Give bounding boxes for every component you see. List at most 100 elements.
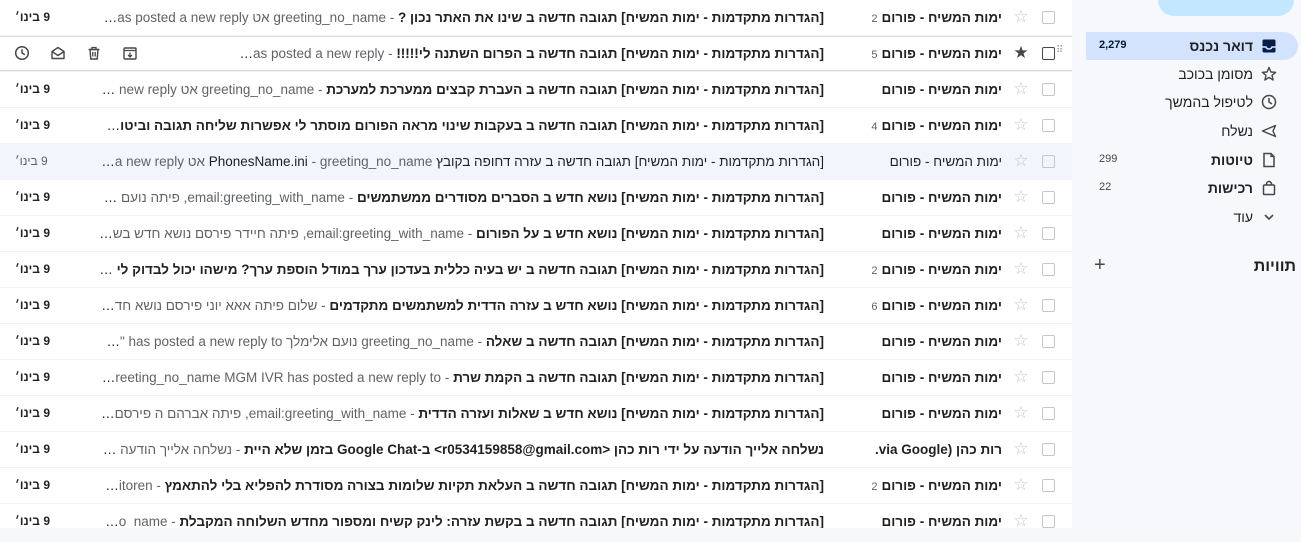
star-icon[interactable]: ☆ [1012, 296, 1030, 314]
table-row[interactable]: ☆ ימות המשיח - פורום [הגדרות מתקדמות - ימו… [0, 180, 1072, 216]
table-row[interactable]: ☆ ימות המשיח - פורום4 [הגדרות מתקדמות - ימ… [0, 108, 1072, 144]
row-checkbox[interactable] [1042, 443, 1055, 456]
drag-handle-icon[interactable]: ⠿ [1056, 46, 1066, 60]
message-snippet: נשלחה אלייך הודעה על ידי ... [99, 442, 233, 457]
message-content[interactable]: [הגדרות מתקדמות - ימות המשיח] נושא חדש ב… [99, 406, 824, 421]
message-content[interactable]: [הגדרות מתקדמות - ימות המשיח] נושא חדש ב… [99, 226, 824, 241]
message-snippet: greeting_no_name נועם אלימלך has posted … [99, 334, 474, 349]
table-row[interactable]: ☆ ימות המשיח - פורום2 [הגדרות מתקדמות - ימ… [0, 468, 1072, 504]
row-checkbox[interactable] [1042, 119, 1055, 132]
row-checkbox[interactable] [1042, 155, 1055, 168]
sender-name: ימות המשיח - פורום4 [822, 118, 1002, 133]
message-content[interactable]: [הגדרות מתקדמות - ימות המשיח] תגובה חדשה… [239, 46, 824, 61]
message-content[interactable]: [הגדרות מתקדמות - ימות המשיח] תגובה חדשה… [99, 82, 824, 97]
subject-snippet-separator: - [384, 46, 397, 61]
message-date: 9 בינו׳ [15, 226, 50, 240]
sender-label: ימות המשיח - פורום [881, 118, 1003, 133]
nav-item-label: מסומן בכוכב [1178, 66, 1253, 82]
star-icon[interactable]: ☆ [1012, 116, 1030, 134]
row-checkbox[interactable] [1042, 407, 1055, 420]
thread-count: 2 [871, 265, 878, 277]
nav-item[interactable]: לטיפול בהמשך [1086, 88, 1298, 116]
table-row[interactable]: ☆ רות כהן (via Google. נשלחה אלייך הודעה ע… [0, 432, 1072, 468]
sender-label: ימות המשיח - פורום [881, 10, 1003, 25]
row-checkbox[interactable] [1042, 515, 1055, 528]
star-icon[interactable]: ☆ [1012, 188, 1030, 206]
snooze-icon[interactable] [12, 43, 32, 63]
star-icon[interactable]: ☆ [1012, 512, 1030, 529]
message-content[interactable]: [הגדרות מתקדמות - ימות המשיח] תגובה חדשה… [99, 334, 824, 349]
message-subject: [הגדרות מתקדמות - ימות המשיח] תגובה חדשה… [99, 262, 824, 277]
table-row[interactable]: ☆ ימות המשיח - פורום [הגדרות מתקדמות - ימו… [0, 324, 1072, 360]
row-checkbox[interactable] [1042, 191, 1055, 204]
inbox-icon [1261, 38, 1277, 54]
message-content[interactable]: [הגדרות מתקדמות - ימות המשיח] תגובה חדשה… [99, 154, 824, 169]
row-checkbox[interactable] [1042, 479, 1055, 492]
star-icon[interactable]: ☆ [1012, 476, 1030, 494]
nav-item[interactable]: מסומן בכוכב [1086, 60, 1298, 88]
table-row[interactable]: ⠿ ★ ימות המשיח - פורום5 [הגדרות מתקדמות - י… [0, 36, 1072, 72]
table-row[interactable]: ☆ ימות המשיח - פורום [הגדרות מתקדמות - ימו… [0, 360, 1072, 396]
star-icon[interactable]: ☆ [1012, 260, 1030, 278]
message-content[interactable]: [הגדרות מתקדמות - ימות המשיח] תגובה חדשה… [99, 118, 824, 133]
clock-icon [1261, 94, 1277, 110]
row-checkbox[interactable] [1042, 335, 1055, 348]
message-content[interactable]: [הגדרות מתקדמות - ימות המשיח] תגובה חדשה… [99, 514, 824, 528]
message-subject: [הגדרות מתקדמות - ימות המשיח] תגובה חדשה… [208, 154, 824, 169]
archive-icon[interactable] [120, 43, 140, 63]
row-checkbox[interactable] [1042, 83, 1055, 96]
star-icon[interactable]: ☆ [1012, 440, 1030, 458]
star-icon[interactable]: ★ [1012, 44, 1030, 62]
star-icon[interactable]: ☆ [1012, 80, 1030, 98]
row-checkbox[interactable] [1042, 371, 1055, 384]
message-content[interactable]: [הגדרות מתקדמות - ימות המשיח] תגובה חדשה… [99, 262, 824, 277]
add-label-icon[interactable]: + [1094, 254, 1106, 276]
message-date: 9 בינו׳ [15, 190, 50, 204]
sender-label: ימות המשיח - פורום [881, 298, 1003, 313]
row-checkbox[interactable] [1042, 47, 1055, 60]
thread-count: 2 [871, 13, 878, 25]
nav-item[interactable]: רכישות 22 [1086, 174, 1298, 202]
row-checkbox[interactable] [1042, 11, 1055, 24]
labels-title: תוויות [1253, 258, 1296, 275]
table-row[interactable]: ☆ ימות המשיח - פורום2 [הגדרות מתקדמות - ימ… [0, 252, 1072, 288]
nav-item[interactable]: דואר נכנס 2,279 [1086, 32, 1298, 60]
star-icon[interactable]: ☆ [1012, 368, 1030, 386]
compose-button[interactable] [1158, 0, 1294, 16]
message-subject: [הגדרות מתקדמות - ימות המשיח] תגובה חדשה… [453, 370, 824, 385]
star-icon[interactable]: ☆ [1012, 404, 1030, 422]
nav-item[interactable]: נשלח [1086, 117, 1298, 145]
mark-read-icon[interactable] [48, 43, 68, 63]
thread-count: 5 [871, 49, 878, 61]
table-row[interactable]: ☆ ימות המשיח - פורום [הגדרות מתקדמות - ימו… [0, 72, 1072, 108]
nav-item[interactable]: טיוטות 299 [1086, 146, 1298, 174]
star-icon[interactable]: ☆ [1012, 8, 1030, 26]
star-icon[interactable]: ☆ [1012, 152, 1030, 170]
subject-snippet-separator: - [317, 298, 330, 313]
row-checkbox[interactable] [1042, 263, 1055, 276]
labels-section-header: תוויות + [1084, 254, 1301, 280]
message-content[interactable]: [הגדרות מתקדמות - ימות המשיח] תגובה חדשה… [99, 10, 824, 25]
message-snippet: greeting_no_name MGM IVR has posted a ne… [99, 370, 442, 385]
star-icon[interactable]: ☆ [1012, 224, 1030, 242]
row-checkbox[interactable] [1042, 227, 1055, 240]
table-row[interactable]: ☆ ימות המשיח - פורום6 [הגדרות מתקדמות - ימ… [0, 288, 1072, 324]
message-date: 9 בינו׳ [15, 298, 50, 312]
nav-item[interactable]: עוד [1086, 203, 1298, 231]
table-row[interactable]: ☆ ימות המשיח - פורום [הגדרות מתקדמות - ימו… [0, 396, 1072, 432]
message-content[interactable]: נשלחה אלייך הודעה על ידי רות כהן <r05341… [99, 442, 824, 457]
message-content[interactable]: [הגדרות מתקדמות - ימות המשיח] נושא חדש ב… [99, 190, 824, 205]
sender-name: ימות המשיח - פורום2 [822, 10, 1002, 25]
message-content[interactable]: [הגדרות מתקדמות - ימות המשיח] נושא חדש ב… [99, 298, 824, 313]
table-row[interactable]: ☆ ימות המשיח - פורום [הגדרות מתקדמות - ימו… [0, 216, 1072, 252]
sender-name: ימות המשיח - פורום [822, 334, 1003, 349]
table-row[interactable]: ☆ ימות המשיח - פורום2 [הגדרות מתקדמות - ימ… [0, 0, 1072, 36]
message-content[interactable]: [הגדרות מתקדמות - ימות המשיח] תגובה חדשה… [99, 478, 824, 493]
table-row[interactable]: ☆ ימות המשיח - פורום [הגדרות מתקדמות - ימו… [0, 144, 1072, 180]
table-row[interactable]: ☆ ימות המשיח - פורום [הגדרות מתקדמות - ימו… [0, 504, 1072, 528]
star-icon[interactable]: ☆ [1012, 332, 1030, 350]
message-content[interactable]: [הגדרות מתקדמות - ימות המשיח] תגובה חדשה… [99, 370, 824, 385]
message-date: 9 בינו׳ [15, 118, 50, 132]
delete-icon[interactable] [84, 43, 104, 63]
row-checkbox[interactable] [1042, 299, 1055, 312]
